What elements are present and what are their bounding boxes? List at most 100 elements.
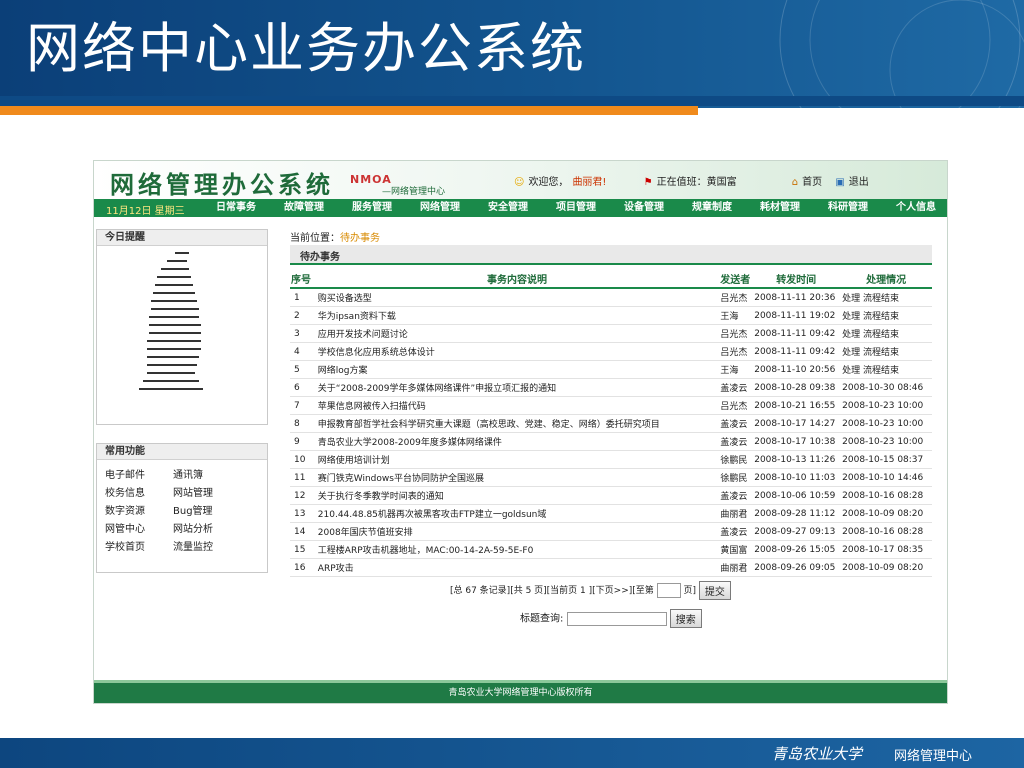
row-sender: 王海 (718, 360, 753, 379)
row-no: 11 (290, 468, 316, 487)
nav-item-service[interactable]: 服务管理 (338, 199, 406, 217)
main-nav: 11月12日 星期三 日常事务 故障管理 服务管理 网络管理 安全管理 项目管理… (94, 199, 947, 217)
col-header-time: 转发时间 (752, 269, 841, 289)
link-site-analytics[interactable]: 网站分析 (173, 520, 241, 535)
link-school-affairs[interactable]: 校务信息 (105, 484, 173, 499)
row-sender: 盖凌云 (718, 414, 753, 433)
row-content[interactable]: 网络使用培训计划 (315, 450, 719, 469)
table-row[interactable]: 6 关于“2008-2009学年多媒体网络课件”申报立项汇报的通知 盖凌云 2008-… (290, 378, 932, 397)
nav-item-research[interactable]: 科研管理 (814, 199, 882, 217)
nav-item-fault[interactable]: 故障管理 (270, 199, 338, 217)
link-traffic-monitor[interactable]: 流量监控 (173, 538, 241, 553)
table-row[interactable]: 11 赛门铁克Windows平台协同防护全国巡展 徐鹏民 2008-10-10 11:… (290, 468, 932, 487)
table-row[interactable]: 15 工程楼ARP攻击机器地址，MAC:00-14-2A-59-5E-F0 黄国富 2… (290, 540, 932, 559)
row-status[interactable]: 2008-10-16 08:28 (840, 486, 932, 505)
home-link[interactable]: 首页 (802, 177, 822, 188)
row-content[interactable]: 赛门铁克Windows平台协同防护全国巡展 (315, 468, 719, 487)
table-row[interactable]: 9 青岛农业大学2008-2009年度多媒体网络课件 盖凌云 2008-10-17 1… (290, 432, 932, 451)
row-content[interactable]: 华为ipsan资料下载 (315, 306, 719, 325)
row-sender: 吕光杰 (718, 324, 753, 343)
col-header-content: 事务内容说明 (315, 269, 719, 289)
header-band (0, 96, 1024, 106)
nav-item-personal[interactable]: 个人信息 (882, 199, 947, 217)
title-search: 标题查询: 搜索 (520, 609, 702, 628)
search-input[interactable] (566, 611, 667, 626)
table-row[interactable]: 12 关于执行冬季教学时间表的通知 盖凌云 2008-10-06 10:59 2008-… (290, 486, 932, 505)
row-content[interactable]: 应用开发技术问题讨论 (315, 324, 719, 343)
row-status[interactable]: 2008-10-30 08:46 (840, 378, 932, 397)
link-email[interactable]: 电子邮件 (105, 466, 173, 481)
slide-header: 网络中心业务办公系统 (0, 0, 1024, 108)
row-status[interactable]: 2008-10-23 10:00 (840, 396, 932, 415)
row-status[interactable]: 2008-10-09 08:20 (840, 558, 932, 577)
table-row[interactable]: 10 网络使用培训计划 徐鹏民 2008-10-13 11:26 2008-10-15 … (290, 450, 932, 469)
app-subtitle: —网络管理中心 (382, 187, 446, 197)
nav-item-daily[interactable]: 日常事务 (202, 199, 270, 217)
row-status[interactable]: 2008-10-23 10:00 (840, 432, 932, 451)
row-status[interactable]: 2008-10-16 08:28 (840, 522, 932, 541)
table-row[interactable]: 13 210.44.48.85机器再次被黑客攻击FTP建立一goldsun域 曲丽君… (290, 504, 932, 523)
link-site-management[interactable]: 网站管理 (173, 484, 241, 499)
row-content[interactable]: 青岛农业大学2008-2009年度多媒体网络课件 (315, 432, 719, 451)
table-row[interactable]: 2 华为ipsan资料下载 王海 2008-11-11 19:02 处理 流程结束 (290, 306, 932, 325)
quick-links: 电子邮件 通讯簿 校务信息 网站管理 数字资源 Bug管理 网管中心 网站分析 … (97, 460, 267, 553)
row-content[interactable]: 2008年国庆节值班安排 (315, 522, 719, 541)
row-status[interactable]: 2008-10-15 08:37 (840, 450, 932, 469)
row-content[interactable]: 学校信息化应用系统总体设计 (315, 342, 719, 361)
row-content[interactable]: 关于执行冬季教学时间表的通知 (315, 486, 719, 505)
nav-item-network[interactable]: 网络管理 (406, 199, 474, 217)
row-time: 2008-09-26 09:05 (752, 558, 841, 577)
row-content[interactable]: 网络log方案 (315, 360, 719, 379)
school-logo: 青岛农业大学 (771, 745, 862, 763)
link-network-center[interactable]: 网管中心 (105, 520, 173, 535)
table-row[interactable]: 5 网络log方案 王海 2008-11-10 20:56 处理 流程结束 (290, 360, 932, 379)
link-school-home[interactable]: 学校首页 (105, 538, 173, 553)
nav-item-security[interactable]: 安全管理 (474, 199, 542, 217)
row-content[interactable]: ARP攻击 (315, 558, 719, 577)
pager-suffix: 页] (683, 586, 697, 596)
row-content[interactable]: 购买设备选型 (315, 288, 719, 307)
link-digital-resources[interactable]: 数字资源 (105, 502, 173, 517)
logout-link[interactable]: 退出 (849, 177, 869, 188)
quick-functions-panel: 常用功能 电子邮件 通讯簿 校务信息 网站管理 数字资源 Bug管理 网管中心 … (96, 443, 268, 573)
row-status[interactable]: 2008-10-23 10:00 (840, 414, 932, 433)
current-user: 曲丽君! (572, 177, 607, 188)
row-content[interactable]: 苹果信息网被传入扫描代码 (315, 396, 719, 415)
table-row[interactable]: 8 申报教育部哲学社会科学研究重大课题（高校思政、党建、稳定、网络）委托研究项目盖… (290, 414, 932, 433)
row-status[interactable]: 2008-10-17 08:35 (840, 540, 932, 559)
row-status[interactable]: 处理 流程结束 (840, 360, 932, 379)
table-row[interactable]: 16 ARP攻击 曲丽君 2008-09-26 09:05 2008-10-09 08:… (290, 558, 932, 577)
row-content[interactable]: 申报教育部哲学社会科学研究重大课题（高校思政、党建、稳定、网络）委托研究项目 (315, 414, 719, 433)
nav-item-consumables[interactable]: 耗材管理 (746, 199, 814, 217)
row-status[interactable]: 处理 流程结束 (840, 324, 932, 343)
row-content[interactable]: 210.44.48.85机器再次被黑客攻击FTP建立一goldsun域 (315, 504, 719, 523)
link-contacts[interactable]: 通讯簿 (173, 466, 241, 481)
table-row[interactable]: 7 苹果信息网被传入扫描代码 吕光杰 2008-10-21 16:55 2008-10-… (290, 396, 932, 415)
nav-item-equipment[interactable]: 设备管理 (610, 199, 678, 217)
page-number-input[interactable] (656, 583, 681, 598)
link-bug-management[interactable]: Bug管理 (173, 502, 241, 517)
row-sender: 王海 (718, 306, 753, 325)
table-header-row: 序号 事务内容说明 发送者 转发时间 处理情况 (290, 269, 932, 289)
row-status[interactable]: 处理 流程结束 (840, 306, 932, 325)
row-sender: 盖凌云 (718, 378, 753, 397)
breadcrumb-current[interactable]: 待办事务 (340, 233, 380, 244)
row-status[interactable]: 2008-10-10 14:46 (840, 468, 932, 487)
row-time: 2008-10-17 10:38 (752, 432, 841, 451)
row-status[interactable]: 处理 流程结束 (840, 342, 932, 361)
row-content[interactable]: 工程楼ARP攻击机器地址，MAC:00-14-2A-59-5E-F0 (315, 540, 719, 559)
table-row[interactable]: 1 购买设备选型 吕光杰 2008-11-11 20:36 处理 流程结束 (290, 288, 932, 307)
table-row[interactable]: 3 应用开发技术问题讨论 吕光杰 2008-11-11 09:42 处理 流程结束 (290, 324, 932, 343)
row-status[interactable]: 处理 流程结束 (840, 288, 932, 307)
nav-date: 11月12日 星期三 (106, 206, 185, 217)
row-content[interactable]: 关于“2008-2009学年多媒体网络课件”申报立项汇报的通知 (315, 378, 719, 397)
nav-item-rules[interactable]: 规章制度 (678, 199, 746, 217)
row-status[interactable]: 2008-10-09 08:20 (840, 504, 932, 523)
table-row[interactable]: 4 学校信息化应用系统总体设计 吕光杰 2008-11-11 09:42 处理 流程结束 (290, 342, 932, 361)
search-button[interactable]: 搜索 (669, 609, 702, 628)
table-row[interactable]: 14 2008年国庆节值班安排 盖凌云 2008-09-27 09:13 2008-10… (290, 522, 932, 541)
submit-button[interactable]: 提交 (698, 581, 731, 600)
todo-section-header: 待办事务 (290, 245, 932, 265)
orange-divider (0, 106, 698, 115)
nav-item-project[interactable]: 项目管理 (542, 199, 610, 217)
